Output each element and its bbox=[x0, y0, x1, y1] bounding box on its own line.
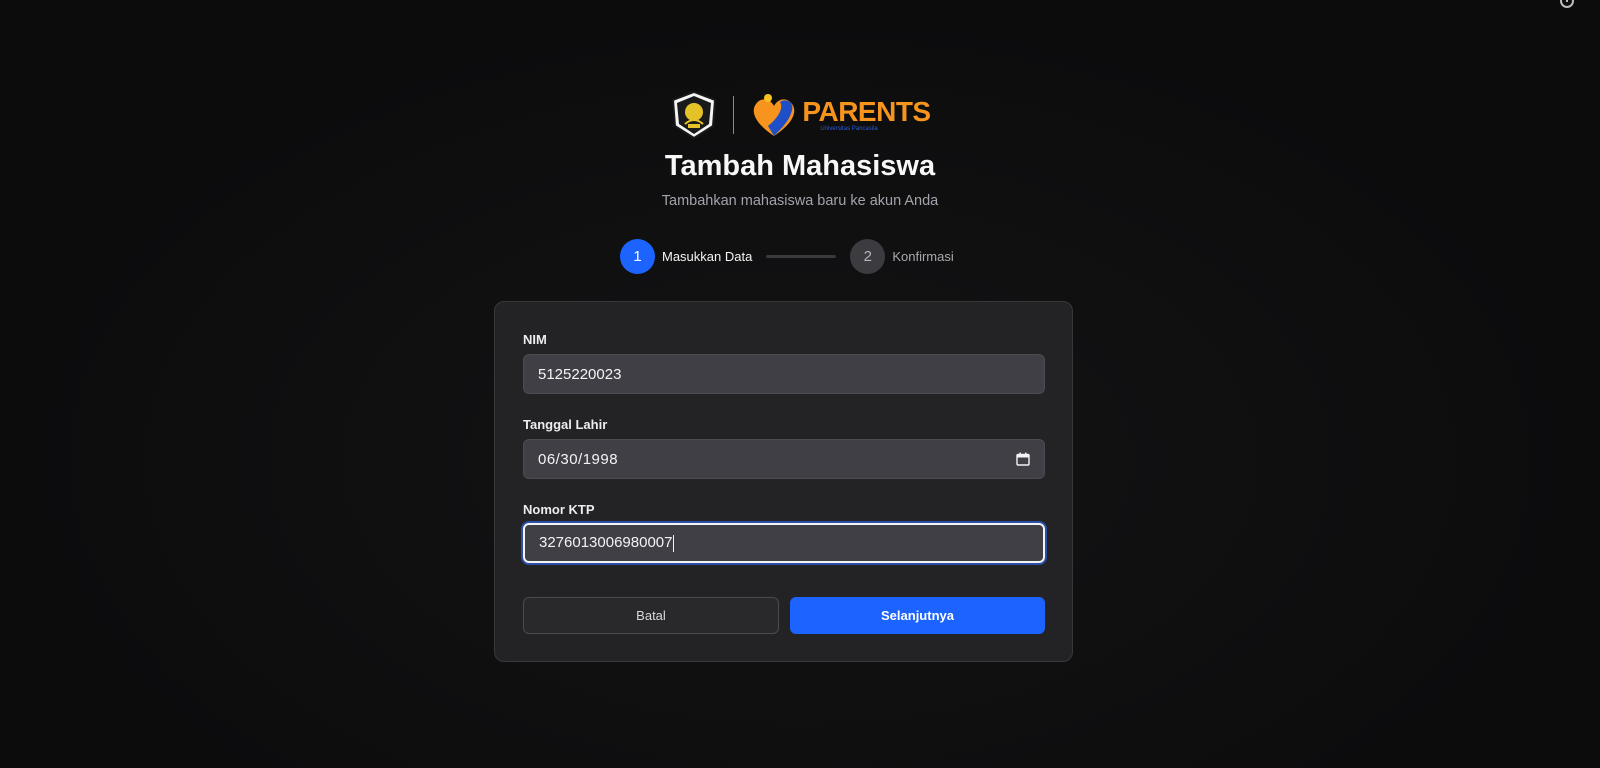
birthdate-label: Tanggal Lahir bbox=[523, 417, 608, 432]
step-1-label: Masukkan Data bbox=[662, 249, 753, 264]
add-student-form-card: NIM 5125220023 Tanggal Lahir 06/30/1998 … bbox=[494, 301, 1073, 662]
step-2-circle: 2 bbox=[850, 239, 886, 274]
calendar-icon[interactable] bbox=[1016, 452, 1030, 466]
ktp-input-value: 3276013006980007 bbox=[539, 534, 673, 552]
ktp-label: Nomor KTP bbox=[523, 502, 595, 517]
birthdate-input[interactable]: 06/30/1998 bbox=[523, 439, 1045, 479]
parents-logo-text: PARENTS bbox=[802, 96, 931, 127]
logo-row: PARENTS Universitas Pancasila bbox=[0, 90, 1600, 140]
step-1-circle: 1 bbox=[620, 239, 655, 274]
step-connector bbox=[766, 255, 837, 258]
info-icon[interactable] bbox=[1560, 0, 1574, 8]
stepper: 1 Masukkan Data 2 Konfirmasi bbox=[620, 239, 954, 274]
text-caret bbox=[673, 534, 675, 552]
page-subtitle: Tambahkan mahasiswa baru ke akun Anda bbox=[661, 193, 939, 209]
university-seal-icon bbox=[672, 90, 717, 140]
next-button[interactable]: Selanjutnya bbox=[790, 597, 1045, 634]
page-title: Tambah Mahasiswa bbox=[664, 150, 936, 182]
birthdate-input-value: 06/30/1998 bbox=[538, 450, 619, 468]
parents-logo: PARENTS Universitas Pancasila bbox=[748, 90, 931, 140]
nim-input[interactable]: 5125220023 bbox=[523, 354, 1045, 394]
step-2-label: Konfirmasi bbox=[892, 249, 954, 264]
parents-logo-subtext: Universitas Pancasila bbox=[820, 126, 878, 132]
nim-label: NIM bbox=[523, 332, 547, 347]
parents-heart-logo-icon bbox=[754, 94, 795, 136]
cancel-button[interactable]: Batal bbox=[523, 597, 779, 634]
logo-divider bbox=[733, 96, 735, 134]
nim-input-value: 5125220023 bbox=[538, 365, 622, 383]
ktp-input-value-wrap: 3276013006980007 bbox=[539, 534, 675, 552]
ktp-input[interactable]: 3276013006980007 bbox=[523, 523, 1045, 563]
